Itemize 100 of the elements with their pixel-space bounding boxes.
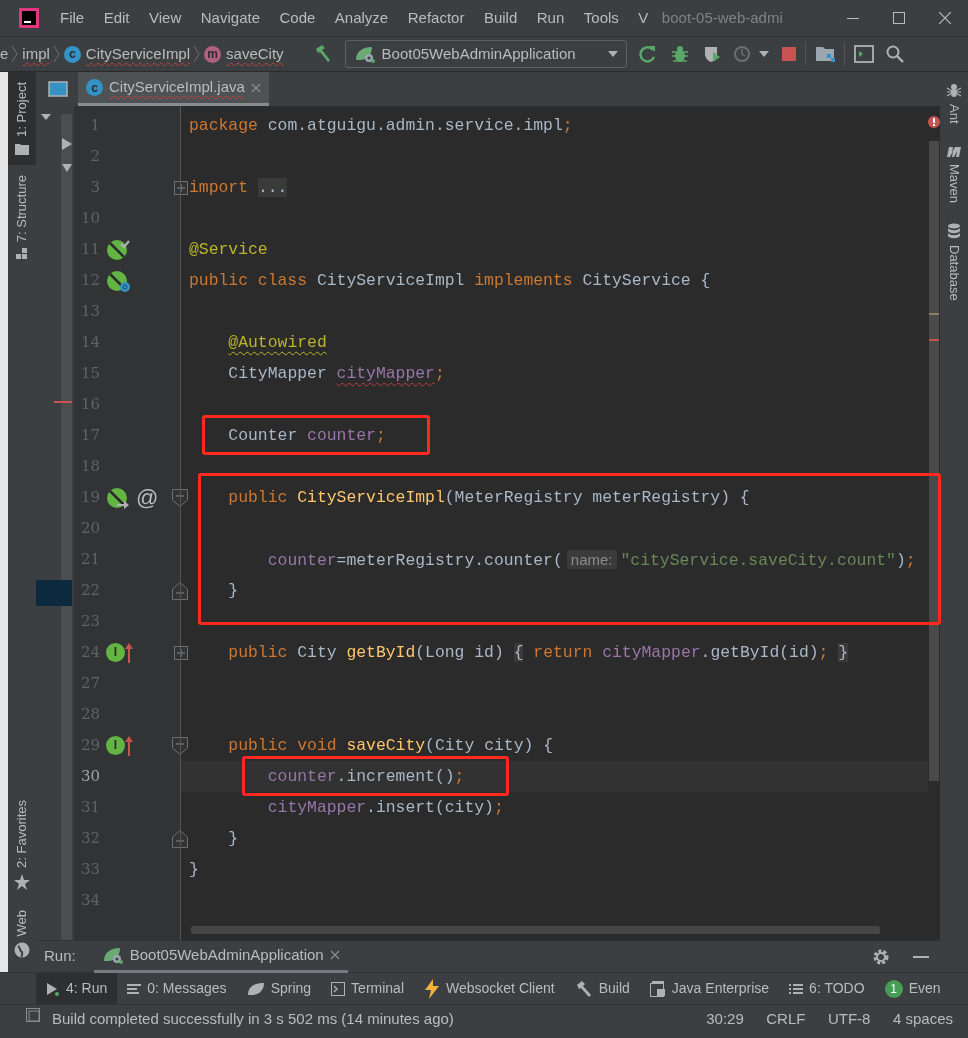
code-line: package com.atguigu.admin.service.impl; [188,115,574,137]
hammer-icon [574,980,593,997]
search-icon [885,45,904,63]
chevron-icon [193,44,202,64]
star-icon [14,873,30,890]
status-toggle-icon[interactable] [26,1008,40,1022]
menu-item[interactable]: Navigate [194,6,266,30]
stop-icon [781,46,798,62]
close-icon[interactable] [329,950,340,960]
code-line: public class CityServiceImpl implements CityService { [188,270,712,292]
menu-item[interactable]: View [143,6,188,30]
error-marker [929,338,939,341]
maximize-icon [893,12,905,24]
code-line: public void saveCity(City city) { [227,735,554,757]
menu-item[interactable]: Analyze [328,6,395,30]
tool-window-tab[interactable]: Websocket Client [414,973,565,1004]
globe-icon [14,942,30,958]
bean-icon [106,237,132,262]
spring-icon [353,45,376,63]
tool-window-button[interactable]: 2: Favorites [8,789,36,900]
bug-icon [669,44,690,64]
terminal-window-icon [854,45,875,63]
bean-icon [106,268,132,293]
tool-window-button[interactable]: 7: Structure [8,164,36,271]
code-line: } [227,828,240,850]
code-line: counter=meterRegistry.counter( name: ″cityService.saveCity.count″); [266,549,917,572]
database-icon [947,222,961,239]
class-icon: c [63,45,81,63]
breadcrumb[interactable]: impl [19,42,53,66]
code-line: @Service [188,239,269,261]
list-icon [789,982,804,995]
line-number: 30 [79,766,100,788]
menu-item[interactable]: File [54,6,91,30]
run-label: Run: [44,946,76,967]
window-title: boot-05-web-admi [661,7,783,28]
error-icon [928,116,940,129]
tool-window-button[interactable]: Database [940,212,968,311]
class-icon: c [86,79,103,96]
cursor-position[interactable]: 30:29 [706,1008,744,1031]
tool-window-tab[interactable]: Terminal [321,973,414,1004]
editor-tab[interactable]: c CityServiceImpl.java [78,72,269,106]
code-line: } [188,859,200,881]
code-line: Counter counter; [227,425,387,447]
messages-icon [127,982,142,995]
code-line: import ... [188,177,289,199]
caret-icon [607,51,618,57]
tool-window-tab[interactable]: 6: TODO [779,973,875,1004]
tool-window-button[interactable]: Maven [940,133,968,213]
panel-icon [48,81,68,97]
java-enterprise-icon [649,980,666,997]
spring-icon [101,946,124,964]
menu-item[interactable]: Build [477,6,524,30]
settings-icon [871,947,890,966]
menu-item[interactable]: Code [273,6,322,30]
leaf-icon [246,981,265,996]
tool-window-tab[interactable]: Build [564,973,640,1004]
code-line: @Autowired [227,332,328,354]
line-separator[interactable]: CRLF [766,1008,806,1031]
close-icon[interactable] [250,82,261,93]
tool-window-tab[interactable]: 0: Messages [117,973,237,1004]
run-configuration-dropdown[interactable]: Boot05WebAdminApplication [344,40,627,68]
tool-window-tab[interactable]: 1 Even [874,973,951,1004]
run-icon [46,981,60,996]
method-icon: m [204,45,222,63]
vertical-scrollbar[interactable] [929,140,939,781]
chevron-icon [52,44,61,64]
menu-item[interactable]: Tools [577,6,625,30]
code-line: public CityServiceImpl(MeterRegistry meterRegistry) { [227,487,751,509]
tool-window-tab[interactable]: Java Enterprise [639,973,780,1004]
status-message: Build completed successfully in 3 s 502 ms (14 minutes ago) [52,1009,454,1029]
tool-window-tab[interactable]: 4: Run [36,973,118,1004]
tool-window-button[interactable]: 1: Project [8,72,36,165]
chevron-icon [11,44,20,64]
tool-window-button[interactable]: Ant [940,72,968,134]
breadcrumb[interactable]: m saveCity [201,42,287,66]
menu-item[interactable]: Edit [97,6,136,30]
breadcrumb[interactable]: e [0,42,12,66]
at-sign-icon[interactable]: @ [136,486,159,509]
code-line: } [227,580,240,602]
indent-setting[interactable]: 4 spaces [892,1008,953,1031]
structure-icon [15,248,29,261]
horizontal-scrollbar[interactable] [191,926,880,934]
breadcrumb[interactable]: c CityServiceImpl [60,42,194,66]
app-logo [18,7,40,29]
count-badge: 1 [884,979,903,998]
ant-icon [946,82,962,98]
tool-window-button[interactable]: Web [8,899,36,968]
folder-icon [15,142,29,155]
lightning-icon [424,978,440,999]
menu-item[interactable]: V [632,6,655,30]
warning-marker [929,312,939,315]
code-line: cityMapper.insert(city); [266,797,505,819]
menu-item[interactable]: Run [530,6,571,30]
file-encoding[interactable]: UTF-8 [827,1008,871,1031]
close-icon [939,12,951,24]
folder-icon [814,44,837,64]
menu-item[interactable]: Refactor [401,6,471,30]
terminal-icon [331,981,346,996]
tool-window-tab[interactable]: Spring [236,973,322,1004]
code-line: CityMapper cityMapper; [227,363,446,385]
